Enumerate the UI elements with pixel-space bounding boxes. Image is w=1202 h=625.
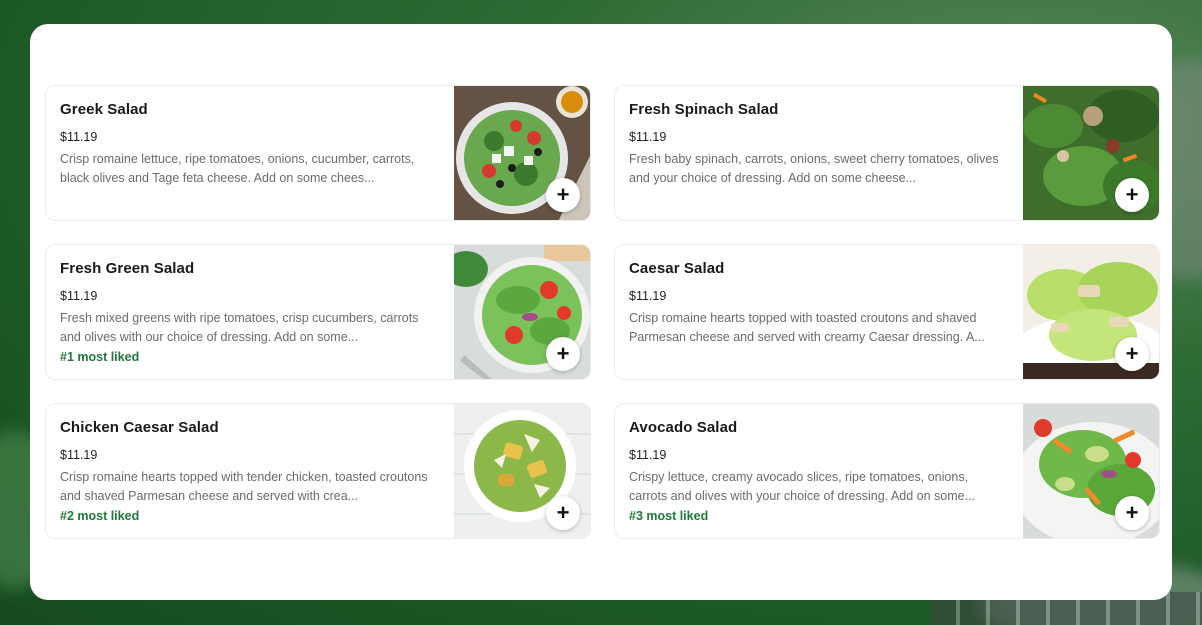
menu-item-description: Fresh mixed greens with ripe tomatoes, c…: [60, 311, 419, 344]
menu-item-description: Crispy lettuce, creamy avocado slices, r…: [629, 470, 976, 503]
menu-item-title: Chicken Caesar Salad: [60, 419, 219, 436]
menu-item-title: Caesar Salad: [629, 260, 725, 277]
green-salad-image: +: [454, 245, 590, 379]
caesar-salad-image: +: [1023, 245, 1159, 379]
plus-icon: +: [556, 182, 570, 207]
spinach-salad-image: +: [1023, 86, 1159, 220]
menu-item-info: Fresh Green Salad $11.19 Fresh mixed gre…: [60, 260, 440, 364]
greek-salad-image: +: [454, 86, 590, 220]
menu-item-card[interactable]: Avocado Salad $11.19 Crispy lettuce, cre…: [614, 403, 1160, 539]
menu-item-description: Crisp romaine hearts topped with tender …: [60, 470, 428, 503]
menu-item-info: Fresh Spinach Salad $11.19 Fresh baby sp…: [629, 101, 1009, 187]
add-to-cart-button[interactable]: +: [1115, 178, 1149, 212]
most-liked-badge: #1 most liked: [60, 350, 140, 364]
menu-item-card[interactable]: Fresh Green Salad $11.19 Fresh mixed gre…: [45, 244, 591, 380]
plus-icon: +: [556, 500, 570, 525]
menu-panel: Greek Salad $11.19 Crisp romaine lettuce…: [30, 24, 1172, 600]
menu-item-price: $11.19: [629, 289, 667, 303]
menu-item-price: $11.19: [60, 448, 98, 462]
menu-item-card[interactable]: Chicken Caesar Salad $11.19 Crisp romain…: [45, 403, 591, 539]
menu-item-price: $11.19: [629, 130, 667, 144]
menu-item-info: Greek Salad $11.19 Crisp romaine lettuce…: [60, 101, 440, 187]
menu-item-title: Fresh Green Salad: [60, 260, 195, 277]
plus-icon: +: [1125, 500, 1139, 525]
menu-item-card[interactable]: Caesar Salad $11.19 Crisp romaine hearts…: [614, 244, 1160, 380]
menu-item-info: Chicken Caesar Salad $11.19 Crisp romain…: [60, 419, 440, 523]
add-to-cart-button[interactable]: +: [1115, 337, 1149, 371]
menu-item-card[interactable]: Fresh Spinach Salad $11.19 Fresh baby sp…: [614, 85, 1160, 221]
menu-item-description: Crisp romaine lettuce, ripe tomatoes, on…: [60, 152, 415, 185]
menu-item-title: Avocado Salad: [629, 419, 738, 436]
menu-item-info: Avocado Salad $11.19 Crispy lettuce, cre…: [629, 419, 1009, 523]
menu-item-price: $11.19: [60, 289, 98, 303]
add-to-cart-button[interactable]: +: [1115, 496, 1149, 530]
menu-item-info: Caesar Salad $11.19 Crisp romaine hearts…: [629, 260, 1009, 346]
add-to-cart-button[interactable]: +: [546, 178, 580, 212]
plus-icon: +: [556, 341, 570, 366]
menu-item-price: $11.19: [60, 130, 98, 144]
add-to-cart-button[interactable]: +: [546, 337, 580, 371]
menu-item-price: $11.19: [629, 448, 667, 462]
chicken-caesar-salad-image: +: [454, 404, 590, 538]
avocado-salad-image: +: [1023, 404, 1159, 538]
add-to-cart-button[interactable]: +: [546, 496, 580, 530]
plus-icon: +: [1125, 182, 1139, 207]
most-liked-badge: #3 most liked: [629, 509, 709, 523]
plus-icon: +: [1125, 341, 1139, 366]
menu-item-card[interactable]: Greek Salad $11.19 Crisp romaine lettuce…: [45, 85, 591, 221]
menu-item-title: Fresh Spinach Salad: [629, 101, 779, 118]
most-liked-badge: #2 most liked: [60, 509, 140, 523]
menu-item-description: Crisp romaine hearts topped with toasted…: [629, 311, 985, 344]
menu-item-title: Greek Salad: [60, 101, 148, 118]
menu-item-description: Fresh baby spinach, carrots, onions, swe…: [629, 152, 999, 185]
